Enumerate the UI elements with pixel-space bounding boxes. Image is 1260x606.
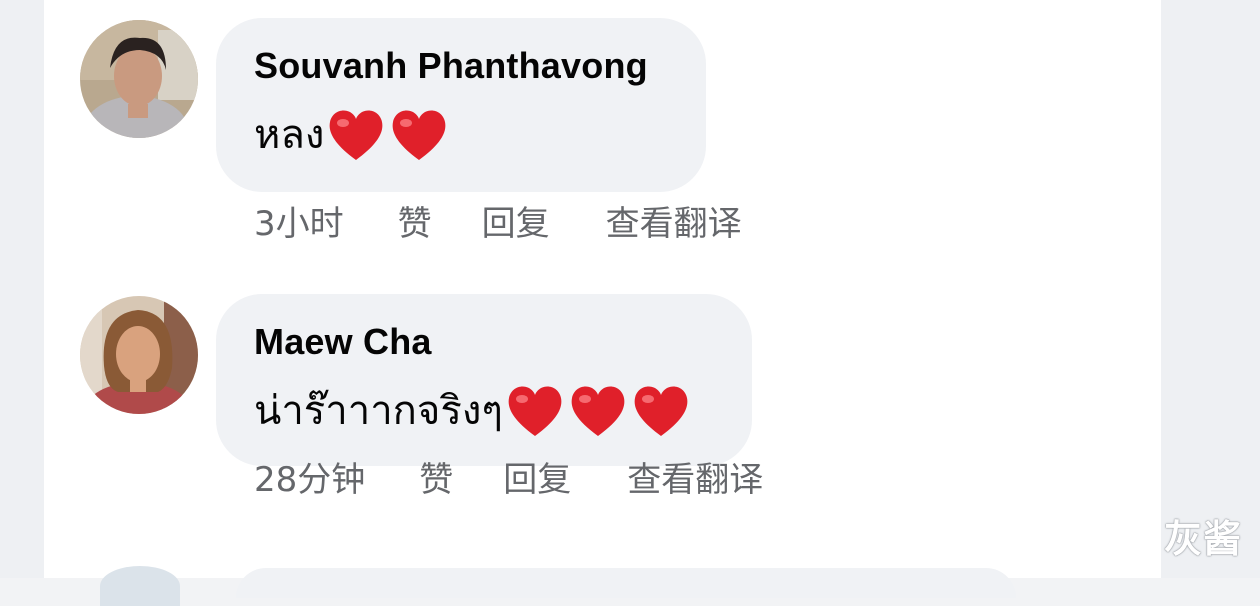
avatar[interactable] <box>80 296 198 414</box>
reply-button[interactable]: 回复 <box>482 204 550 244</box>
comment-message: หลง <box>254 112 325 158</box>
watermark: 灰酱 <box>1163 517 1242 561</box>
comment-message: น่าร๊าาากจริงๆ <box>254 388 503 434</box>
heart-emoji-group <box>326 106 452 164</box>
comment-timestamp: 3小时 <box>254 204 344 244</box>
like-button[interactable]: 赞 <box>419 460 453 500</box>
like-button[interactable]: 赞 <box>398 204 432 244</box>
comment-bubble: Souvanh Phanthavong หลง <box>216 18 706 192</box>
heart-emoji-icon <box>634 386 688 436</box>
comment-author[interactable]: Souvanh Phanthavong <box>254 44 668 88</box>
avatar-photo <box>80 20 198 138</box>
see-translation-button[interactable]: 查看翻译 <box>627 460 763 500</box>
heart-emoji-group <box>505 382 694 440</box>
heart-emoji-icon <box>330 110 383 160</box>
heart-emoji-icon <box>508 386 562 436</box>
comment-actions: 3小时 赞 回复 查看翻译 <box>254 204 742 244</box>
page: Souvanh Phanthavong หลง 3小时 赞 回复 查看翻译 Ma… <box>0 0 1260 606</box>
comment-text: หลง <box>254 106 668 164</box>
avatar-photo <box>80 296 198 414</box>
next-comment-bubble <box>236 568 1016 598</box>
comment-text: น่าร๊าาากจริงๆ <box>254 382 714 440</box>
next-comment-avatar[interactable] <box>100 566 180 606</box>
comment-author[interactable]: Maew Cha <box>254 320 714 364</box>
heart-emoji-icon <box>393 110 446 160</box>
comment-actions: 28分钟 赞 回复 查看翻译 <box>254 460 763 500</box>
comment-timestamp: 28分钟 <box>254 460 366 500</box>
see-translation-button[interactable]: 查看翻译 <box>606 204 742 244</box>
avatar[interactable] <box>80 20 198 138</box>
heart-emoji-icon <box>571 386 625 436</box>
reply-button[interactable]: 回复 <box>503 460 571 500</box>
comment-bubble: Maew Cha น่าร๊าาากจริงๆ <box>216 294 752 466</box>
